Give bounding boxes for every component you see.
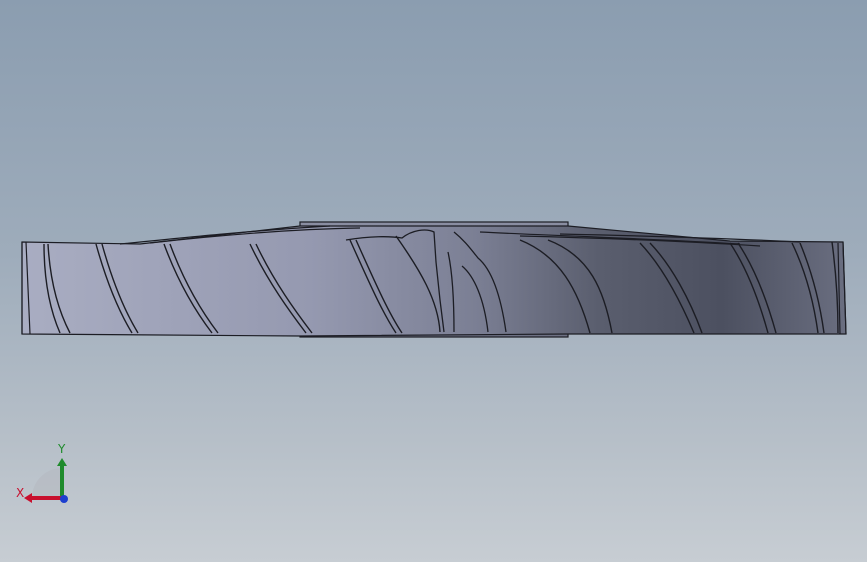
y-axis-label: Y: [58, 442, 66, 456]
graphics-viewport[interactable]: X Y: [0, 0, 867, 562]
x-axis-label: X: [16, 486, 25, 500]
model-view[interactable]: [0, 0, 867, 562]
coordinate-triad[interactable]: X Y: [12, 438, 76, 510]
